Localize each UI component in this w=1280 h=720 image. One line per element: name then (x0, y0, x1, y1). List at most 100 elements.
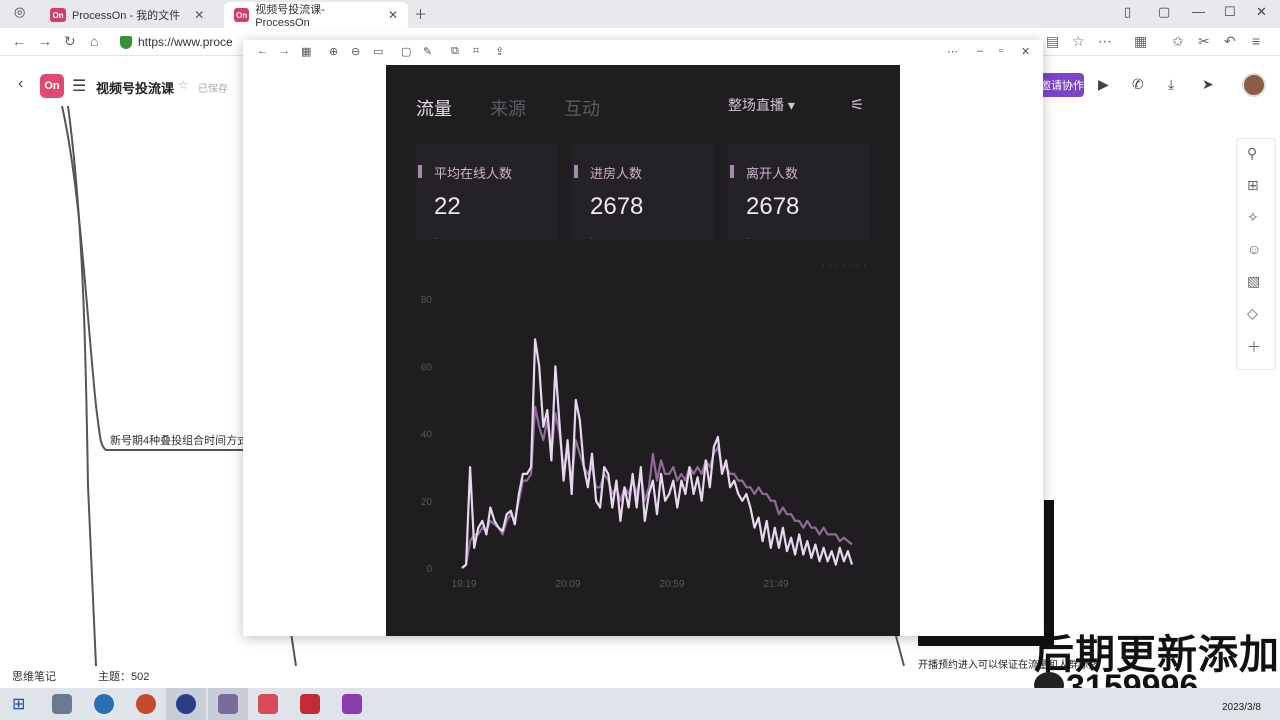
close-icon[interactable]: ✕ (194, 8, 204, 22)
magic-icon[interactable]: ✧ (1247, 209, 1259, 226)
shield-icon (120, 35, 132, 49)
windows-start-icon[interactable]: ⊞ (12, 694, 25, 714)
x-tick-label: 21:49 (763, 579, 788, 590)
filter-icon[interactable]: ⚟ (850, 95, 864, 115)
tag-icon[interactable]: ◇ (1247, 305, 1258, 322)
tab-processon-doc[interactable]: On 视频号投流课-ProcessOn ✕ (224, 2, 408, 29)
series-lines (461, 338, 854, 569)
stat-label: 平均在线人数 (434, 166, 513, 181)
download-icon[interactable]: ⤓ (1168, 76, 1174, 93)
share-icon[interactable]: ⇪ (495, 45, 504, 58)
structure-icon[interactable]: ⊞ (1247, 177, 1259, 194)
tab-traffic[interactable]: 流量 (416, 95, 452, 121)
add-icon[interactable]: ＋ (1247, 337, 1261, 357)
scissors-icon[interactable]: ✂ (1198, 33, 1210, 50)
maximize-icon[interactable]: ☐ (1224, 4, 1236, 20)
copy-icon[interactable]: ⧉ (451, 45, 459, 58)
menu-icon[interactable]: ≡ (1252, 33, 1260, 49)
tab-interaction[interactable]: 互动 (564, 95, 600, 121)
x-tick-label: 19:19 (451, 579, 476, 590)
back-icon[interactable]: ← (12, 33, 26, 49)
prev-icon[interactable]: ← (257, 45, 268, 57)
favorites-icon[interactable]: ✩ (1172, 33, 1184, 50)
wps-icon[interactable] (300, 694, 320, 714)
undo-icon[interactable]: ↶ (1224, 33, 1236, 50)
video-icon[interactable] (342, 694, 362, 714)
y-tick-label: 60 (421, 362, 433, 373)
collaborate-button[interactable]: 邀请协作 (1040, 73, 1084, 97)
apps-icon[interactable]: ▦ (1134, 33, 1147, 50)
mindmap-node[interactable]: 新号期4种叠投组合时间方式 (110, 432, 248, 448)
emoji-icon[interactable]: ☺ (1247, 241, 1261, 257)
traffic-line-chart: 80 60 40 20 0 19:19 20:09 20:59 21:49 (421, 295, 854, 590)
edit-icon[interactable]: ✎ (423, 45, 432, 58)
scope-dropdown[interactable]: 整场直播 ▾ (728, 95, 795, 115)
stat-value: 2678 (590, 193, 644, 220)
clock-date: 2023/3/8 (1222, 702, 1261, 713)
more-dots[interactable]: · · · · · · · (822, 261, 867, 270)
style-icon[interactable]: ⚲ (1247, 145, 1257, 162)
star-icon[interactable]: ☆ (1072, 33, 1085, 50)
crop-icon[interactable]: ⌗ (473, 45, 479, 58)
zoom-in-icon[interactable]: ⊕ (329, 45, 338, 58)
stat-value: 22 (434, 193, 461, 220)
doc-title[interactable]: 视频号投流课 (96, 78, 174, 97)
reload-icon[interactable]: ↻ (64, 33, 76, 50)
phone-icon[interactable]: ✆ (1132, 76, 1144, 93)
folder-icon[interactable]: ▢ (401, 45, 411, 58)
maximize-icon[interactable]: ▫ (999, 45, 1003, 57)
mindnote-label[interactable]: 思维笔记 (12, 668, 56, 684)
file-explorer-icon[interactable] (52, 694, 72, 714)
right-toolbar: ⚲ ⊞ ✧ ☺ ▧ ◇ ＋ (1236, 138, 1276, 370)
url-field[interactable]: https://www.proce (120, 32, 233, 52)
saved-status: 已保存 (198, 84, 228, 95)
new-tab-icon[interactable]: ＋ (414, 4, 427, 23)
browser-tab-bar: ◎ On ProcessOn - 我的文件 ✕ On 视频号投流课-Proces… (0, 0, 1280, 29)
stat-marker (730, 165, 734, 178)
stat-marker (418, 165, 422, 178)
tab-source[interactable]: 来源 (490, 95, 526, 121)
chat-icon[interactable] (258, 694, 278, 714)
window-restore-icon[interactable]: ▢ (1158, 4, 1170, 20)
image-viewer-icon[interactable] (218, 694, 238, 714)
zoom-out-icon[interactable]: ⊖ (351, 45, 360, 58)
home-icon[interactable]: ⌂ (90, 33, 98, 49)
play-icon[interactable]: ▶ (1098, 76, 1109, 93)
stat-card-avg-online: 平均在线人数 22 - (416, 145, 558, 243)
hamburger-icon[interactable]: ☰ (72, 76, 86, 96)
tab-list-icon[interactable]: ▯ (1124, 4, 1131, 20)
tab-my-files[interactable]: On ProcessOn - 我的文件 ✕ (40, 2, 218, 28)
close-icon[interactable]: ✕ (388, 8, 398, 22)
stat-sub: - (590, 233, 593, 243)
close-icon[interactable]: ✕ (1021, 45, 1030, 58)
y-axis: 80 60 40 20 0 (421, 295, 433, 575)
browser-edge-icon[interactable] (94, 694, 114, 714)
forward-icon[interactable]: → (38, 33, 52, 49)
more-icon[interactable]: ⋯ (947, 45, 958, 58)
stat-sub: - (434, 233, 437, 243)
more-icon[interactable]: ⋯ (1098, 33, 1112, 50)
processon-logo[interactable]: On (40, 74, 64, 98)
send-icon[interactable]: ➤ (1202, 76, 1214, 93)
minimize-icon[interactable]: – (977, 45, 983, 57)
stat-card-entered: 进房人数 2678 - (572, 145, 714, 243)
browser-menu-icon[interactable]: ◎ (14, 4, 25, 20)
clipboard-icon[interactable]: ▤ (1046, 33, 1059, 50)
fit-icon[interactable]: ▭ (373, 45, 383, 58)
back-chevron-icon[interactable]: ‹ (18, 75, 23, 93)
grid-icon[interactable]: ▦ (301, 45, 311, 58)
processon-icon: On (50, 8, 66, 22)
star-outline-icon[interactable]: ☆ (178, 78, 189, 92)
url-text: https://www.proce (138, 35, 233, 49)
app-icon[interactable] (136, 694, 156, 714)
next-icon[interactable]: → (279, 45, 290, 57)
processon-icon: On (234, 8, 250, 22)
avatar[interactable] (1242, 73, 1266, 97)
minimize-icon[interactable]: — (1192, 4, 1205, 19)
tab-label: 视频号投流课-ProcessOn (255, 4, 325, 29)
close-window-icon[interactable]: ✕ (1256, 4, 1267, 20)
x-axis: 19:19 20:09 20:59 21:49 (451, 579, 788, 590)
image-icon[interactable]: ▧ (1247, 273, 1260, 290)
stat-marker (574, 165, 578, 178)
browser-360-icon[interactable] (176, 694, 196, 714)
